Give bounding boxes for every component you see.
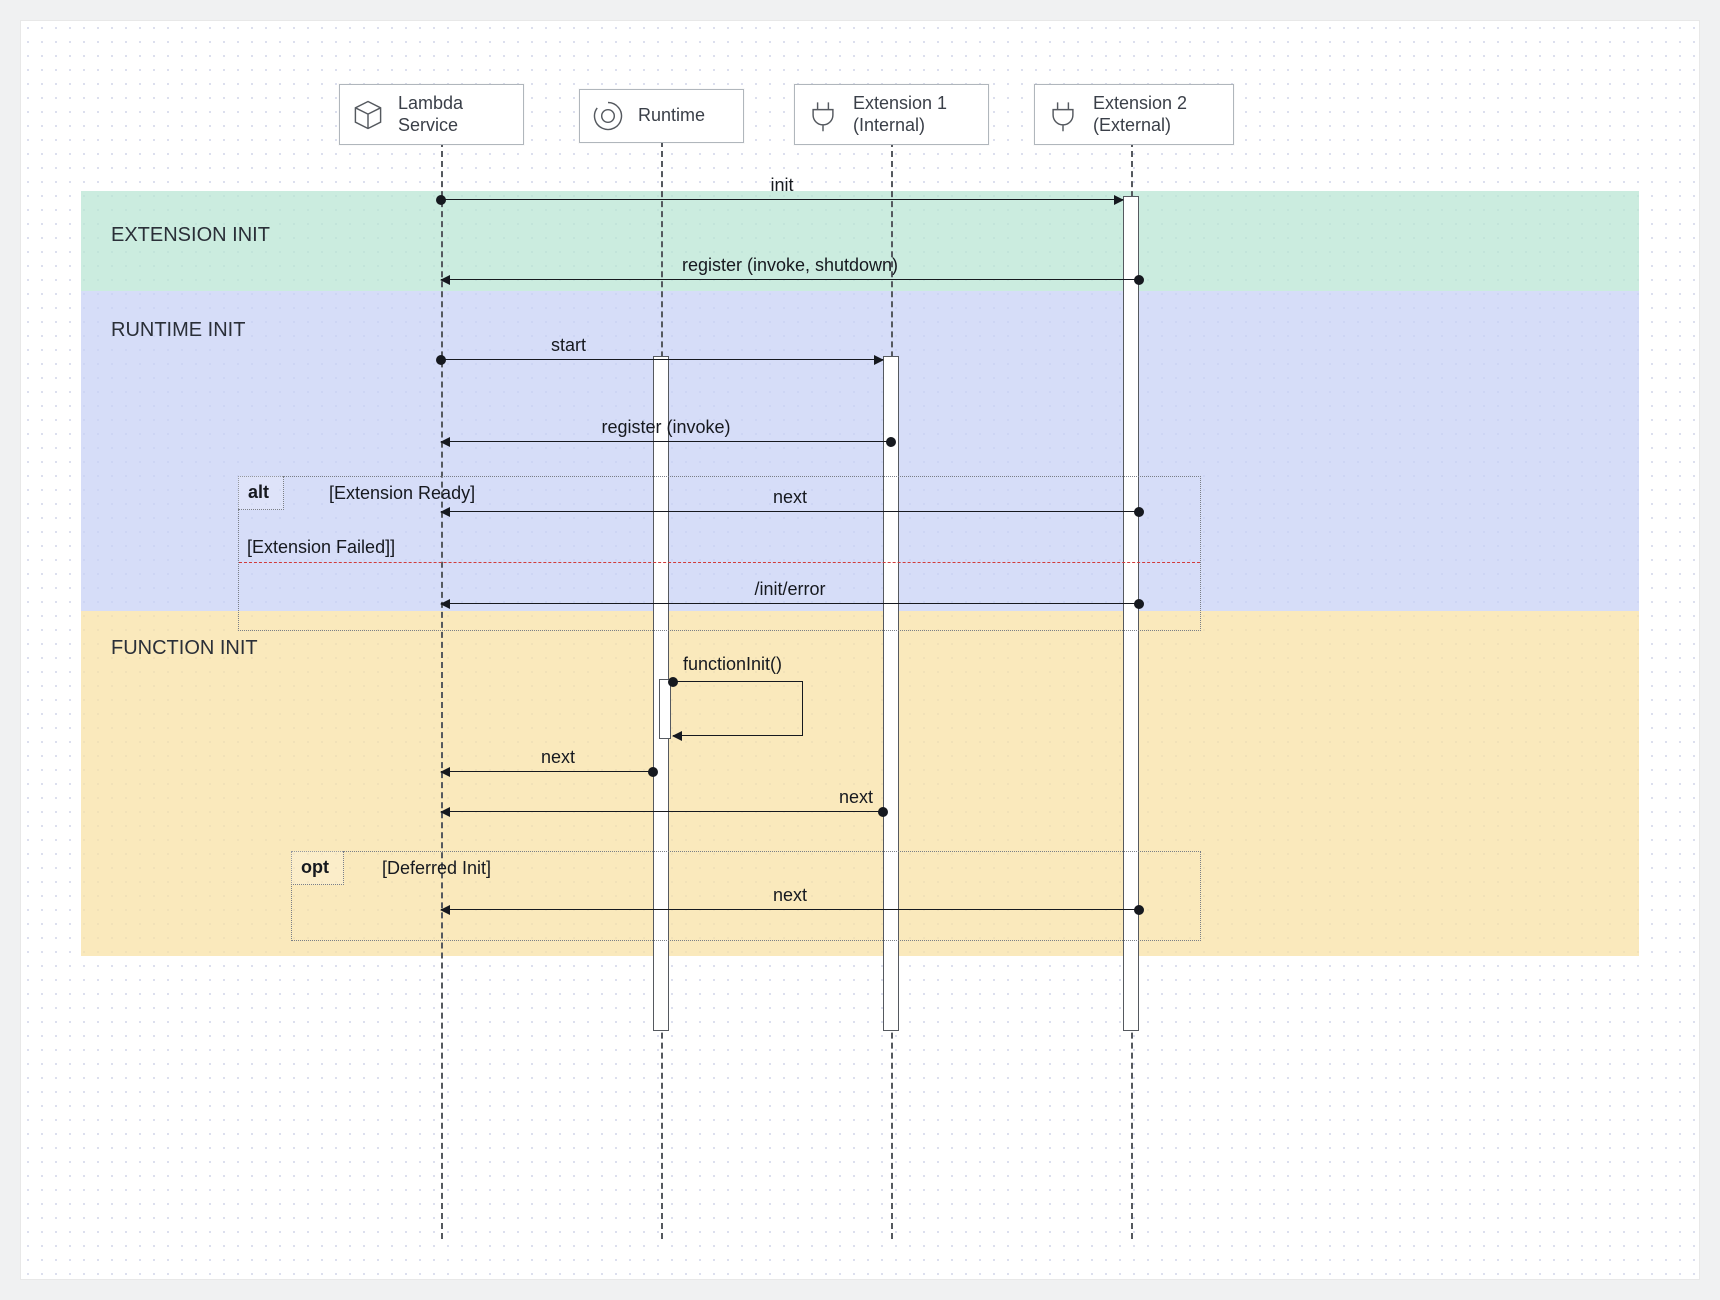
msg-next-deferred-label: next [773, 885, 807, 906]
msg-dot [1134, 275, 1144, 285]
arrow-right-icon [874, 355, 884, 365]
msg-init-label: init [770, 175, 793, 196]
sequence-diagram: EXTENSION INIT RUNTIME INIT FUNCTION INI… [20, 20, 1700, 1280]
cube-icon [350, 97, 386, 133]
msg-next-ext1-label: next [839, 787, 873, 808]
phase-label-extension-init: EXTENSION INIT [111, 224, 270, 247]
msg-functioninit: functionInit() [673, 681, 803, 736]
msg-dot [668, 677, 678, 687]
lifeline-lambda [441, 131, 443, 1239]
arrow-right-icon [1114, 195, 1124, 205]
phase-label-runtime-init: RUNTIME INIT [111, 319, 245, 342]
msg-next-ext2: next [441, 511, 1139, 512]
msg-dot [1134, 905, 1144, 915]
fragment-opt: opt [Deferred Init] [291, 851, 1201, 941]
arrow-left-icon [440, 905, 450, 915]
msg-register-ext2: register (invoke, shutdown) [441, 279, 1139, 280]
msg-init-error: /init/error [441, 603, 1139, 604]
msg-dot [878, 807, 888, 817]
fragment-opt-guard: [Deferred Init] [382, 858, 491, 879]
arrow-left-icon [440, 807, 450, 817]
msg-dot [1134, 599, 1144, 609]
fragment-alt-guard-false: [Extension Failed]] [247, 537, 395, 558]
msg-next-ext2-label: next [773, 487, 807, 508]
participant-ext1: Extension 1 (Internal) [794, 84, 989, 145]
msg-next-ext1: next [441, 811, 883, 812]
fragment-alt-guard-true: [Extension Ready] [329, 483, 475, 504]
msg-dot [1134, 507, 1144, 517]
fragment-opt-keyword: opt [301, 857, 329, 878]
plug-icon [805, 97, 841, 133]
msg-functioninit-label: functionInit() [683, 654, 782, 675]
msg-register-ext2-label: register (invoke, shutdown) [682, 255, 898, 276]
activation-functioninit [659, 679, 671, 739]
participant-ext2: Extension 2 (External) [1034, 84, 1234, 145]
participant-runtime: Runtime [579, 89, 744, 143]
arrow-left-icon [440, 767, 450, 777]
participant-lambda-label: Lambda Service [398, 93, 463, 136]
msg-next-deferred: next [441, 909, 1139, 910]
fragment-alt-header: alt [238, 476, 284, 510]
msg-dot [436, 355, 446, 365]
plug-icon [1045, 97, 1081, 133]
fragment-alt: alt [Extension Ready] [Extension Failed]… [238, 476, 1201, 631]
msg-init-error-label: /init/error [754, 579, 825, 600]
phase-label-function-init: FUNCTION INIT [111, 637, 258, 660]
msg-init: init [441, 199, 1123, 200]
msg-dot [886, 437, 896, 447]
spinner-icon [590, 98, 626, 134]
participant-ext2-label: Extension 2 (External) [1093, 93, 1187, 136]
msg-dot [648, 767, 658, 777]
msg-next-runtime-label: next [541, 747, 575, 768]
msg-register-ext1-label: register (invoke) [601, 417, 730, 438]
msg-dot [436, 195, 446, 205]
arrow-left-icon [672, 731, 682, 741]
fragment-alt-keyword: alt [248, 482, 269, 503]
fragment-opt-header: opt [291, 851, 344, 885]
arrow-left-icon [440, 437, 450, 447]
participant-runtime-label: Runtime [638, 105, 705, 127]
fragment-alt-divider [239, 562, 1200, 563]
arrow-left-icon [440, 275, 450, 285]
msg-next-runtime: next [441, 771, 653, 772]
arrow-left-icon [440, 599, 450, 609]
msg-start: start [441, 359, 883, 360]
participant-ext1-label: Extension 1 (Internal) [853, 93, 947, 136]
phase-extension-init-band [81, 191, 1639, 291]
participant-lambda: Lambda Service [339, 84, 524, 145]
msg-start-label: start [551, 335, 586, 356]
msg-register-ext1: register (invoke) [441, 441, 891, 442]
arrow-left-icon [440, 507, 450, 517]
